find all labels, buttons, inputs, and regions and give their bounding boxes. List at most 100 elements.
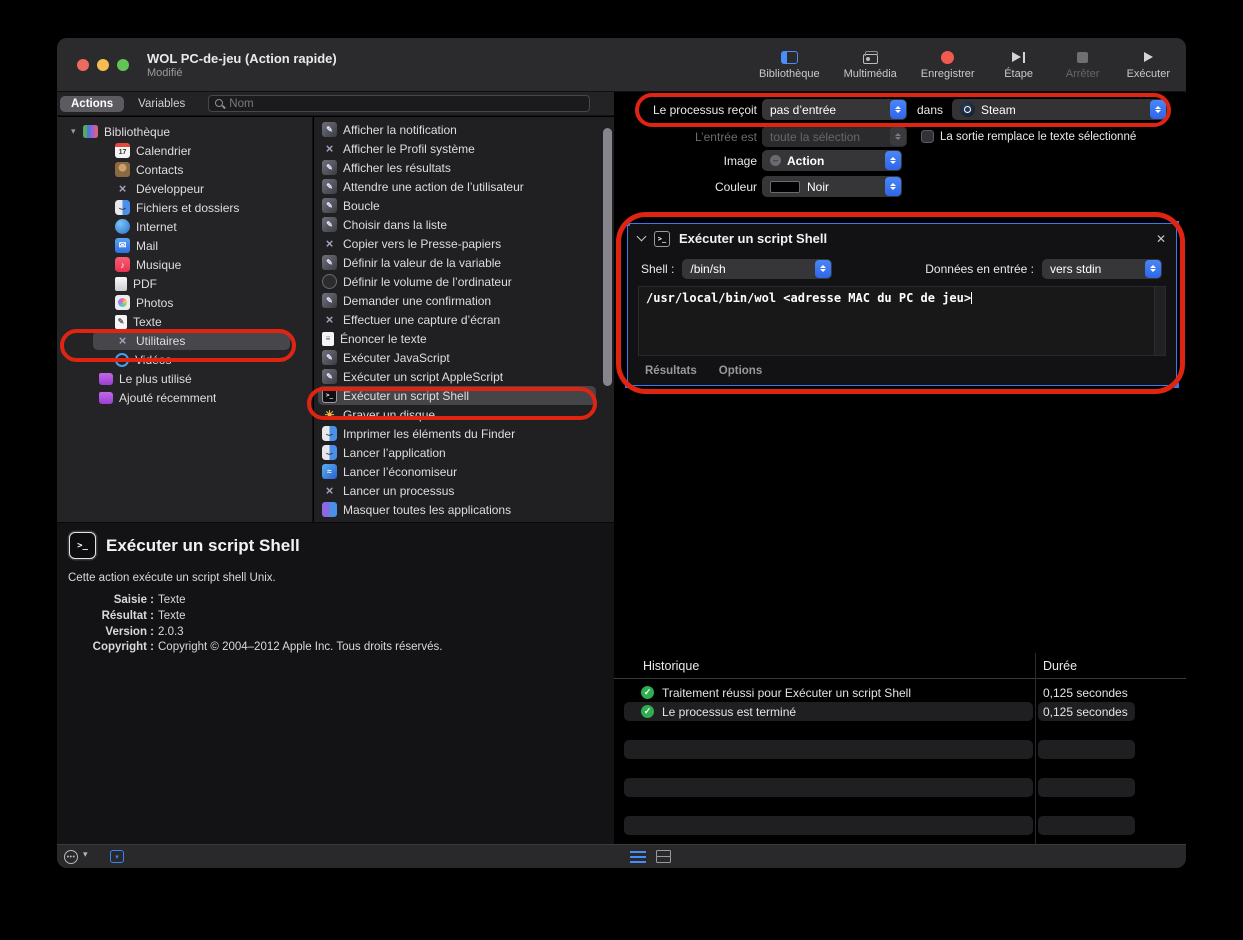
- library-columns: ▾ Bibliothèque ▾ Calendrier ▾ Contacts ▾…: [57, 117, 614, 522]
- selection-handle[interactable]: [625, 221, 630, 226]
- selection-handle[interactable]: [625, 383, 630, 388]
- action-list-item[interactable]: Exécuter JavaScript: [314, 348, 614, 367]
- app-dropdown[interactable]: Steam: [952, 99, 1167, 120]
- options-link[interactable]: Options: [719, 365, 762, 377]
- search-input[interactable]: [229, 98, 584, 110]
- history-row[interactable]: [614, 778, 1186, 797]
- history-title: Historique: [643, 659, 699, 673]
- stdin-dropdown[interactable]: vers stdin: [1042, 259, 1162, 279]
- sidebar-item[interactable]: ▾ Développeur: [57, 179, 312, 198]
- library-toggle-button[interactable]: Bibliothèque: [759, 50, 820, 80]
- sidebar-item[interactable]: ▾ Fichiers et dossiers: [57, 198, 312, 217]
- category-icon: [115, 162, 130, 177]
- record-button[interactable]: Enregistrer: [921, 50, 975, 80]
- action-icon: [322, 426, 337, 441]
- script-editor[interactable]: /usr/local/bin/wol <adresse MAC du PC de…: [638, 286, 1166, 356]
- script-scrollbar[interactable]: [1154, 287, 1165, 355]
- output-replace-checkbox[interactable]: [921, 130, 934, 143]
- sidebar-item[interactable]: ▾ Calendrier: [57, 141, 312, 160]
- action-list-scrollbar[interactable]: [603, 128, 612, 386]
- history-row[interactable]: [614, 721, 1186, 740]
- action-list-item[interactable]: Imprimer les éléments du Finder: [314, 424, 614, 443]
- chevron-down-icon[interactable]: ▾: [71, 126, 83, 137]
- category-icon: [115, 353, 129, 367]
- action-list-item[interactable]: Demander une confirmation: [314, 291, 614, 310]
- sidebar-item[interactable]: ▾ Texte: [57, 312, 312, 331]
- zoom-window-icon[interactable]: [117, 59, 129, 71]
- tab-variables[interactable]: Variables: [127, 96, 196, 112]
- card-footer: Résultats Options: [628, 356, 1176, 377]
- action-list-item[interactable]: Attendre une action de l’utilisateur: [314, 177, 614, 196]
- sidebar-item[interactable]: ▾ Photos: [57, 293, 312, 312]
- action-icon: [322, 312, 337, 327]
- color-dropdown[interactable]: Noir: [762, 176, 902, 197]
- media-browser-icon[interactable]: [110, 850, 124, 863]
- history-row[interactable]: Le processus est terminé 0,125 secondes: [614, 702, 1186, 721]
- action-list-item[interactable]: Copier vers le Presse-papiers: [314, 234, 614, 253]
- shell-options-row: Shell : /bin/sh Données en entrée : vers…: [628, 253, 1176, 284]
- action-list-item[interactable]: Afficher la notification: [314, 120, 614, 139]
- action-list-item[interactable]: Lancer l’application: [314, 443, 614, 462]
- action-list-item[interactable]: Afficher le Profil système: [314, 139, 614, 158]
- history-row[interactable]: [614, 797, 1186, 816]
- close-icon[interactable]: [1156, 232, 1166, 246]
- sidebar-item[interactable]: ▾ PDF: [57, 274, 312, 293]
- action-description-panel: Exécuter un script Shell Cette action ex…: [57, 522, 614, 844]
- action-list-item[interactable]: Graver un disque: [314, 405, 614, 424]
- shell-dropdown[interactable]: /bin/sh: [682, 259, 832, 279]
- collapse-chevron-icon[interactable]: [637, 232, 647, 242]
- action-list-item[interactable]: Afficher les résultats: [314, 158, 614, 177]
- action-list-item[interactable]: Énoncer le texte: [314, 329, 614, 348]
- color-row: Couleur Noir: [614, 176, 1186, 197]
- action-list-item[interactable]: Lancer un processus: [314, 481, 614, 500]
- action-list-item[interactable]: Définir le volume de l’ordinateur: [314, 272, 614, 291]
- duration-column-header[interactable]: Durée: [1043, 659, 1077, 673]
- action-list-item[interactable]: Masquer toutes les applications: [314, 500, 614, 519]
- meta-line: Version : 2.0.3: [57, 625, 614, 641]
- workflow-view-icon[interactable]: [656, 850, 671, 863]
- action-list-item[interactable]: Boucle: [314, 196, 614, 215]
- color-swatch: [770, 181, 800, 193]
- sidebar-item[interactable]: ▾ Vidéos: [57, 350, 312, 369]
- sidebar-item[interactable]: ▾ Bibliothèque: [57, 122, 312, 141]
- media-button[interactable]: Multimédia: [844, 50, 897, 80]
- sidebar-item[interactable]: ▾ Musique: [57, 255, 312, 274]
- history-row[interactable]: Traitement réussi pour Exécuter un scrip…: [614, 683, 1186, 702]
- selection-handle[interactable]: [1174, 383, 1179, 388]
- category-icon: [83, 125, 98, 138]
- list-view-icon[interactable]: [630, 851, 646, 863]
- sidebar-item[interactable]: ▾ Contacts: [57, 160, 312, 179]
- sidebar-item[interactable]: ▾ Le plus utilisé: [57, 369, 312, 388]
- success-check-icon: [641, 705, 654, 718]
- category-icon: [115, 277, 127, 291]
- run-options-icon[interactable]: [64, 850, 78, 864]
- process-input-dropdown[interactable]: pas d’entrée: [762, 99, 907, 120]
- chevron-down-icon[interactable]: ▾: [83, 849, 88, 860]
- close-window-icon[interactable]: [77, 59, 89, 71]
- action-list-item[interactable]: Choisir dans la liste: [314, 215, 614, 234]
- tab-actions[interactable]: Actions: [60, 96, 124, 112]
- minimize-window-icon[interactable]: [97, 59, 109, 71]
- action-glyph-icon: [770, 155, 781, 166]
- action-list-item[interactable]: Lancer l’économiseur: [314, 462, 614, 481]
- step-button[interactable]: Étape: [999, 50, 1039, 80]
- action-list-item[interactable]: Définir la valeur de la variable: [314, 253, 614, 272]
- action-icon: [322, 179, 337, 194]
- run-button[interactable]: Exécuter: [1127, 50, 1170, 80]
- action-list-item[interactable]: Exécuter un script Shell: [314, 386, 614, 405]
- sidebar-item[interactable]: ▾ Utilitaires: [57, 331, 312, 350]
- search-field[interactable]: [208, 95, 590, 112]
- results-link[interactable]: Résultats: [645, 365, 697, 377]
- sidebar-item[interactable]: ▾ Ajouté récemment: [57, 388, 312, 407]
- entry-dropdown: toute la sélection: [762, 126, 907, 147]
- history-row[interactable]: [614, 816, 1186, 835]
- sidebar-item[interactable]: ▾ Mail: [57, 236, 312, 255]
- action-list-item[interactable]: Exécuter un script AppleScript: [314, 367, 614, 386]
- selection-handle[interactable]: [1174, 221, 1179, 226]
- action-list-item[interactable]: Effectuer une capture d’écran: [314, 310, 614, 329]
- image-dropdown[interactable]: Action: [762, 150, 902, 171]
- history-row[interactable]: [614, 759, 1186, 778]
- history-row[interactable]: [614, 740, 1186, 759]
- action-icon: [322, 293, 337, 308]
- sidebar-item[interactable]: ▾ Internet: [57, 217, 312, 236]
